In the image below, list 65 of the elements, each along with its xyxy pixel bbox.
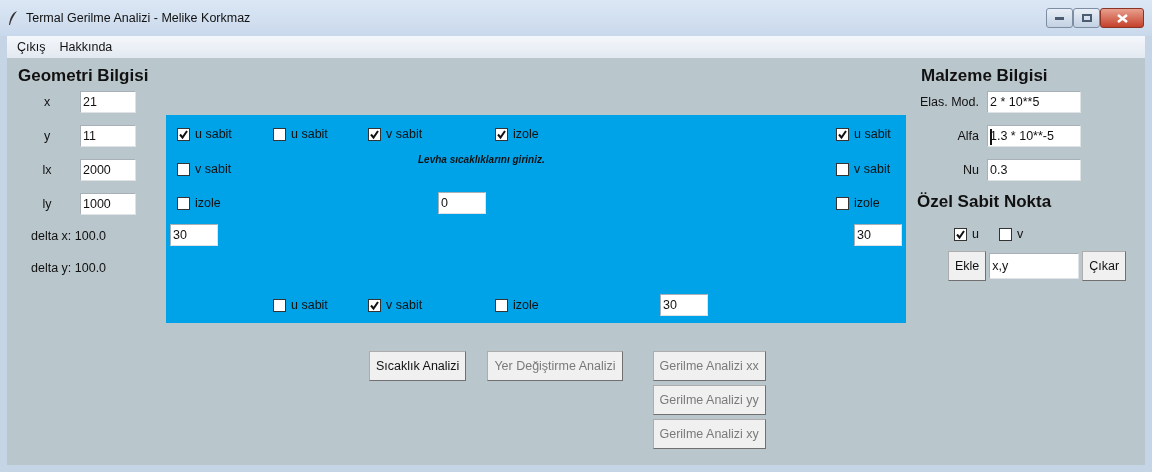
checked-box-icon: [954, 227, 967, 241]
input-field[interactable]: 21: [80, 91, 136, 113]
unchecked-box-icon: [836, 196, 849, 210]
checkbox[interactable]: v sabit: [836, 159, 891, 179]
checked-box-icon: [495, 127, 508, 141]
checkbox[interactable]: v sabit: [368, 124, 423, 144]
checkbox[interactable]: izole: [836, 193, 880, 213]
menu-item[interactable]: Hakkında: [59, 37, 113, 57]
checkbox[interactable]: u sabit: [836, 124, 891, 144]
temperature-field[interactable]: 30: [854, 224, 902, 246]
minimize-button[interactable]: [1046, 8, 1073, 28]
remove-button[interactable]: Çıkar: [1082, 250, 1127, 281]
input-field[interactable]: 1000: [80, 193, 136, 215]
field-label: Alfa: [956, 127, 979, 145]
input-field[interactable]: 2 * 10**5: [987, 91, 1081, 113]
delta-label: delta x: 100.0: [30, 228, 108, 245]
close-icon: [1116, 13, 1128, 23]
maximize-icon: [1081, 14, 1092, 22]
instruction-text: Levha sıcaklıklarını giriniz.: [418, 153, 545, 167]
unchecked-box-icon: [273, 298, 286, 312]
unchecked-box-icon: [177, 162, 190, 176]
close-button[interactable]: [1100, 8, 1144, 28]
section-heading: Geometri Bilgisi: [18, 65, 150, 86]
field-label: x: [42, 93, 52, 111]
input-field[interactable]: 0.3: [987, 159, 1081, 181]
checkbox[interactable]: izole: [495, 124, 539, 144]
delta-label: delta y: 100.0: [30, 260, 108, 277]
minimize-icon: [1055, 16, 1064, 20]
checkbox[interactable]: izole: [177, 193, 221, 213]
checkbox[interactable]: v sabit: [177, 159, 232, 179]
analysis-button[interactable]: Sıcaklık Analizi: [369, 351, 467, 381]
input-field[interactable]: 2000: [80, 159, 136, 181]
temperature-field[interactable]: 0: [438, 192, 486, 214]
window-title: Termal Gerilme Analizi - Melike Korkmaz: [26, 9, 251, 27]
feather-icon: [8, 10, 18, 26]
unchecked-box-icon: [177, 196, 190, 210]
unchecked-box-icon: [495, 298, 508, 312]
field-label: Nu: [962, 161, 979, 179]
temperature-field[interactable]: 30: [170, 224, 218, 246]
field-label: lx: [41, 161, 53, 179]
checked-box-icon: [368, 298, 381, 312]
maximize-button[interactable]: [1073, 8, 1100, 28]
checkbox[interactable]: u: [954, 225, 979, 244]
field-label: Elas. Mod.: [918, 93, 979, 111]
temperature-field[interactable]: 30: [660, 294, 708, 316]
unchecked-box-icon: [998, 227, 1012, 241]
checked-box-icon: [177, 127, 190, 141]
section-heading: Özel Sabit Nokta: [916, 191, 1053, 212]
unchecked-box-icon: [836, 162, 849, 176]
checkbox[interactable]: u sabit: [177, 124, 232, 144]
checkbox[interactable]: u sabit: [273, 295, 328, 315]
checkbox[interactable]: izole: [495, 295, 539, 315]
field-label: ly: [41, 195, 53, 213]
field-label: y: [42, 127, 52, 145]
add-button[interactable]: Ekle: [948, 250, 987, 281]
unchecked-box-icon: [273, 127, 286, 141]
checked-box-icon: [836, 127, 849, 141]
checkbox[interactable]: u sabit: [273, 124, 328, 144]
checkbox[interactable]: v sabit: [368, 295, 423, 315]
menu-item[interactable]: Çıkış: [17, 37, 46, 57]
section-heading: Malzeme Bilgisi: [920, 65, 1049, 86]
checked-box-icon: [368, 127, 381, 141]
point-field[interactable]: x,y: [989, 252, 1080, 279]
checkbox[interactable]: v: [998, 225, 1024, 244]
input-field[interactable]: 11: [80, 125, 136, 147]
